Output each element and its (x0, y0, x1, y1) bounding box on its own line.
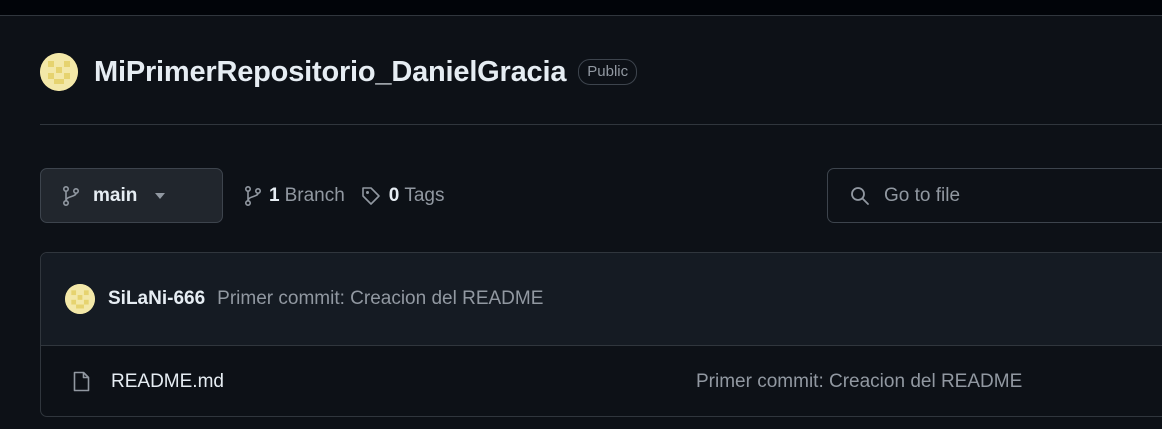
tag-label: Tags (404, 185, 445, 206)
file-row: README.md Primer commit: Creacion del RE… (41, 346, 1162, 416)
go-to-file-input[interactable] (884, 184, 1124, 207)
chevron-down-icon (155, 192, 166, 199)
git-branch-icon (63, 185, 79, 206)
header-divider (40, 124, 1162, 125)
branch-count: 1 (269, 185, 280, 206)
git-branch-icon (245, 186, 261, 206)
branches-link[interactable]: 1 Branch (245, 185, 345, 207)
repo-name[interactable]: MiPrimerRepositorio_DanielGracia (94, 56, 566, 89)
commit-author-avatar[interactable] (65, 284, 95, 314)
repo-meta-links: 1 Branch 0 Tags (245, 182, 445, 210)
latest-commit-row: SiLaNi-666 Primer commit: Creacion del R… (41, 253, 1162, 346)
tags-link[interactable]: 0 Tags (361, 185, 445, 207)
commit-message-link[interactable]: Primer commit: Creacion del README (217, 288, 543, 310)
file-commit-message-link[interactable]: Primer commit: Creacion del README (696, 371, 1022, 393)
tag-icon (361, 186, 381, 206)
current-branch-label: main (93, 184, 138, 206)
branch-label: Branch (284, 185, 345, 206)
go-to-file-search[interactable] (827, 168, 1162, 223)
top-navigation-bar (0, 0, 1162, 16)
search-icon (850, 186, 870, 206)
file-browser: SiLaNi-666 Primer commit: Creacion del R… (40, 252, 1162, 417)
branch-selector-button[interactable]: main (40, 168, 223, 223)
file-icon (73, 371, 90, 392)
tag-count: 0 (388, 185, 400, 206)
file-name-link[interactable]: README.md (111, 371, 224, 393)
repo-header: MiPrimerRepositorio_DanielGracia Public (40, 50, 638, 94)
visibility-badge: Public (578, 59, 638, 85)
commit-author-link[interactable]: SiLaNi-666 (108, 288, 205, 310)
owner-avatar[interactable] (40, 53, 78, 91)
